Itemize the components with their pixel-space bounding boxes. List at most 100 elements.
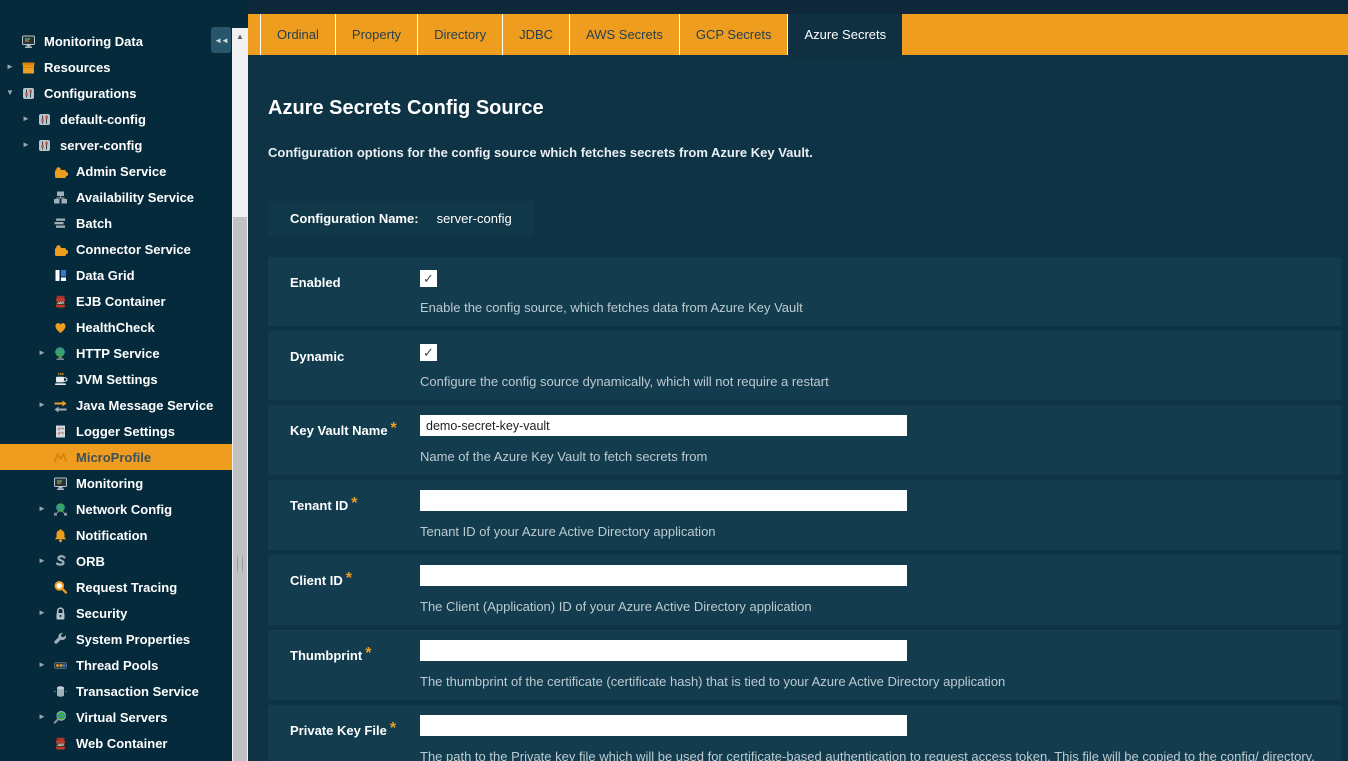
key-vault-name-input[interactable] <box>420 415 907 436</box>
field-label: Enabled <box>290 275 341 290</box>
sidebar-item-virtual-servers[interactable]: ► Virtual Servers <box>0 704 232 730</box>
navigation-tree: Monitoring Data ►Resources▼Configurations… <box>0 28 232 756</box>
sidebar-item-system-properties[interactable]: System Properties <box>0 626 232 652</box>
tab-aws-secrets[interactable]: AWS Secrets <box>569 14 679 55</box>
sidebar-item-resources[interactable]: ►Resources <box>0 54 232 80</box>
sidebar-item-default-config[interactable]: ► default-config <box>0 106 232 132</box>
private-key-file-input[interactable] <box>420 715 907 736</box>
enabled-checkbox[interactable]: ✓ <box>420 270 437 287</box>
sidebar-item-label: Batch <box>76 216 112 231</box>
required-asterisk-icon: * <box>391 420 397 437</box>
sidebar-item-label: Java Message Service <box>76 398 213 413</box>
sidebar-item-data-grid[interactable]: Data Grid <box>0 262 232 288</box>
tab-property[interactable]: Property <box>335 14 417 55</box>
sidebar-item-network-config[interactable]: ► Network Config <box>0 496 232 522</box>
sidebar-item-server-config[interactable]: ►server-config <box>0 132 232 158</box>
sidebar-item-jvm-settings[interactable]: JVM Settings <box>0 366 232 392</box>
field-label: Dynamic <box>290 349 344 364</box>
puzzle-icon <box>52 164 68 179</box>
sidebar-item-batch[interactable]: Batch <box>0 210 232 236</box>
dynamic-checkbox[interactable]: ✓ <box>420 344 437 361</box>
field-label: Client ID <box>290 573 343 588</box>
page-subtitle: Configuration options for the config sou… <box>268 145 1341 160</box>
sidebar-item-ejb-container[interactable]: JAREJB Container <box>0 288 232 314</box>
tree-expand-arrow-icon[interactable]: ► <box>22 141 36 149</box>
sidebar-item-configurations[interactable]: ▼Configurations <box>0 80 232 106</box>
sidebar-item-connector-service[interactable]: Connector Service <box>0 236 232 262</box>
lock-icon <box>52 606 68 621</box>
field-input-cell: Tenant ID of your Azure Active Directory… <box>420 490 1341 539</box>
sidebar-item-microprofile[interactable]: MicroProfile <box>0 444 232 470</box>
sidebar-item-availability-service[interactable]: Availability Service <box>0 184 232 210</box>
box-icon <box>20 60 36 75</box>
content-area: Azure Secrets Config Source Configuratio… <box>248 97 1348 761</box>
sidebar-item-label: Web Container <box>76 736 168 751</box>
field-label-cell: Dynamic <box>268 341 420 389</box>
sidebar-item-monitoring[interactable]: Monitoring <box>0 470 232 496</box>
sidebar-item-monitoring-data[interactable]: Monitoring Data <box>0 28 232 54</box>
sidebar-item-logger-settings[interactable]: Logger Settings <box>0 418 232 444</box>
tab-jdbc[interactable]: JDBC <box>502 14 569 55</box>
sidebar-item-web-container[interactable]: JAR Web Container <box>0 730 232 756</box>
tree-expand-arrow-icon[interactable]: ► <box>38 401 52 409</box>
jar-icon: JAR <box>52 736 68 751</box>
field-label-cell: Private Key File* <box>268 715 420 761</box>
microprofile-icon <box>52 450 68 465</box>
sidebar-item-label: default-config <box>60 112 146 127</box>
form-row-dynamic: Dynamic✓Configure the config source dyna… <box>268 331 1341 400</box>
scrollbar-thumb[interactable] <box>233 217 247 761</box>
scrollbar-up-button[interactable]: ▲ <box>232 28 248 44</box>
sidebar-scrollbar[interactable]: ▲ <box>232 28 248 761</box>
tab-directory[interactable]: Directory <box>417 14 502 55</box>
sidebar-item-healthcheck[interactable]: HealthCheck <box>0 314 232 340</box>
sidebar-item-request-tracing[interactable]: Request Tracing <box>0 574 232 600</box>
collapse-sidebar-button[interactable]: ◄◄ <box>211 27 231 53</box>
field-label: Key Vault Name <box>290 423 388 438</box>
sidebar-item-label: Thread Pools <box>76 658 158 673</box>
sidebar-item-label: Data Grid <box>76 268 135 283</box>
thumbprint-input[interactable] <box>420 640 907 661</box>
sidebar-item-java-message-service[interactable]: ► Java Message Service <box>0 392 232 418</box>
sidebar-item-notification[interactable]: Notification <box>0 522 232 548</box>
field-label-cell: Client ID* <box>268 565 420 614</box>
sidebar-item-admin-service[interactable]: Admin Service <box>0 158 232 184</box>
form-row-tenant-id: Tenant ID*Tenant ID of your Azure Active… <box>268 480 1341 550</box>
sidebar-item-http-service[interactable]: ► HTTP Service <box>0 340 232 366</box>
puzzle-icon <box>52 242 68 257</box>
sidebar-item-thread-pools[interactable]: ► Thread Pools <box>0 652 232 678</box>
tab-gcp-secrets[interactable]: GCP Secrets <box>679 14 789 55</box>
required-asterisk-icon: * <box>365 645 371 662</box>
tenant-id-input[interactable] <box>420 490 907 511</box>
client-id-input[interactable] <box>420 565 907 586</box>
sliders-icon <box>36 138 52 153</box>
tree-expand-arrow-icon[interactable]: ► <box>22 115 36 123</box>
sidebar-item-label: Network Config <box>76 502 172 517</box>
sidebar: Monitoring Data ►Resources▼Configurations… <box>0 0 248 761</box>
scrollbar-grip-icon <box>237 557 243 571</box>
up-triangle-icon: ▲ <box>236 32 244 41</box>
sidebar-item-label: Virtual Servers <box>76 710 168 725</box>
field-label-cell: Key Vault Name* <box>268 415 420 464</box>
sidebar-item-orb[interactable]: ►ORB <box>0 548 232 574</box>
sidebar-item-label: Monitoring Data <box>44 34 143 49</box>
svg-text:JAR: JAR <box>57 301 64 305</box>
tree-expand-arrow-icon[interactable]: ► <box>38 505 52 513</box>
form-row-key-vault-name: Key Vault Name*Name of the Azure Key Vau… <box>268 405 1341 475</box>
field-label: Tenant ID <box>290 498 348 513</box>
tree-expand-arrow-icon[interactable]: ► <box>38 557 52 565</box>
double-left-arrows-icon: ◄◄ <box>214 36 228 45</box>
tree-collapse-arrow-icon[interactable]: ▼ <box>6 89 20 97</box>
sidebar-item-transaction-service[interactable]: Transaction Service <box>0 678 232 704</box>
tree-expand-arrow-icon[interactable]: ► <box>38 661 52 669</box>
configuration-name-value: server-config <box>437 211 512 226</box>
tree-expand-arrow-icon[interactable]: ► <box>38 609 52 617</box>
sidebar-item-security[interactable]: ►Security <box>0 600 232 626</box>
tree-expand-arrow-icon[interactable]: ► <box>38 349 52 357</box>
tree-expand-arrow-icon[interactable]: ► <box>6 63 20 71</box>
sidebar-item-label: Admin Service <box>76 164 166 179</box>
tab-azure-secrets[interactable]: Azure Secrets <box>788 14 902 59</box>
tab-ordinal[interactable]: Ordinal <box>260 14 335 55</box>
tree-expand-arrow-icon[interactable]: ► <box>38 713 52 721</box>
page-title: Azure Secrets Config Source <box>268 97 1341 120</box>
sidebar-item-label: HTTP Service <box>76 346 160 361</box>
